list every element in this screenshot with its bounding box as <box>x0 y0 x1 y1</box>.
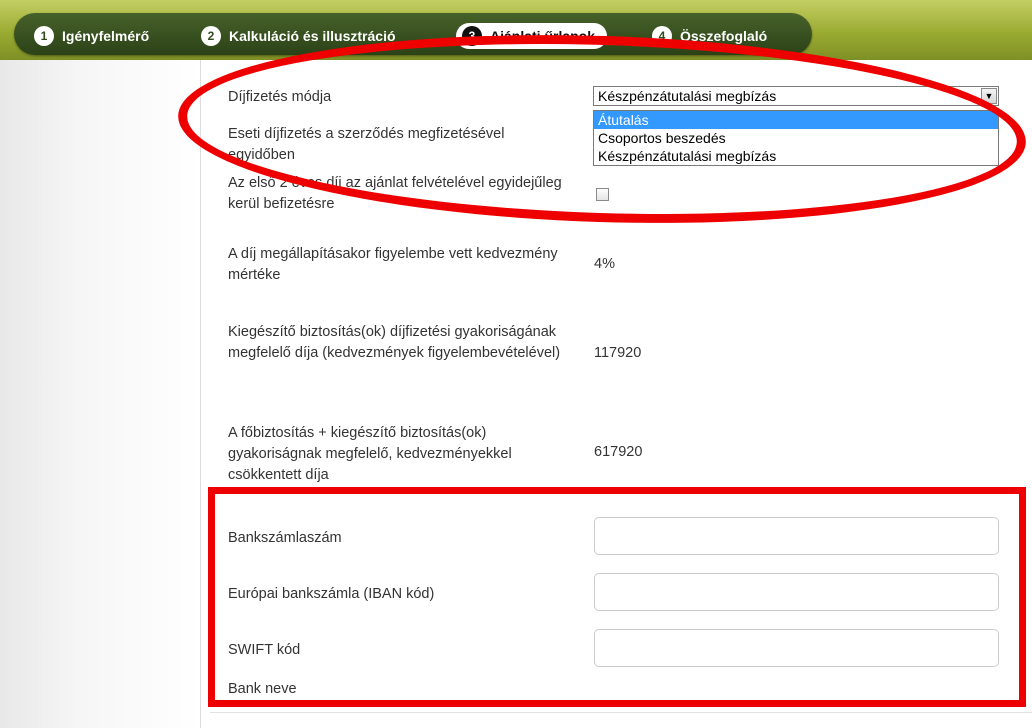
content-divider <box>200 60 201 728</box>
bottom-divider <box>210 712 1032 713</box>
step-1-label: Igényfelmérő <box>62 28 150 44</box>
discount-label: A díj megállapításakor figyelembe vett k… <box>228 246 558 283</box>
step-2-number-icon: 2 <box>201 26 221 46</box>
step-2-kalkulacio[interactable]: 2 Kalkuláció és illusztráció <box>201 26 396 46</box>
step-2-label: Kalkuláció és illusztráció <box>229 28 396 44</box>
supplementary-premium-value: 117920 <box>594 345 642 361</box>
discount-value: 4% <box>594 256 615 272</box>
step-1-number-icon: 1 <box>34 26 54 46</box>
supplementary-premium-label: Kiegészítő biztosítás(ok) díjfizetési gy… <box>228 324 561 361</box>
total-premium-value: 617920 <box>594 444 643 460</box>
total-premium-label: A főbiztosítás + kiegészítő biztosítás(o… <box>228 425 512 483</box>
left-sidebar-shade <box>0 60 200 728</box>
annotation-rectangle <box>208 487 1026 707</box>
step-1-igenyfelmero[interactable]: 1 Igényfelmérő <box>34 26 149 46</box>
